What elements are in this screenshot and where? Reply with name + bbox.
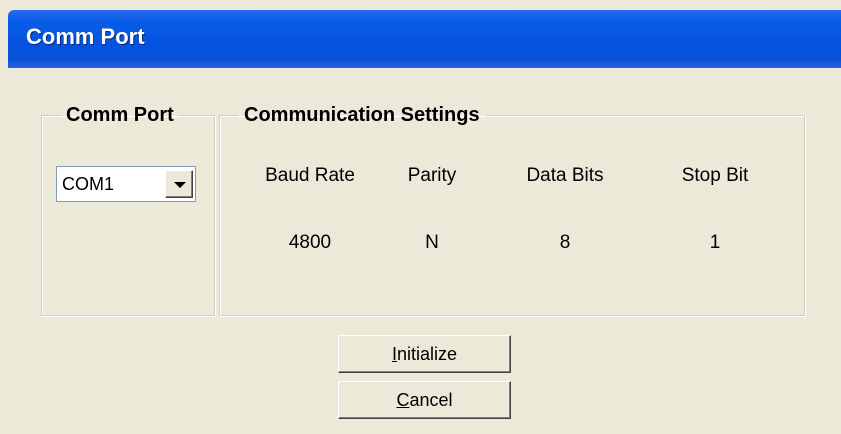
parity-value: N: [425, 232, 439, 253]
baud-rate-value: 4800: [288, 232, 332, 253]
data-bits-label: Data Bits: [526, 165, 604, 186]
parity-label: Parity: [407, 165, 457, 186]
communication-settings-group: Communication Settings: [219, 104, 805, 316]
cancel-mnemonic: C: [396, 390, 410, 410]
cancel-label: ancel: [409, 390, 453, 410]
chevron-down-icon: [174, 182, 186, 188]
window-title: Comm Port: [26, 24, 145, 49]
initialize-button[interactable]: Initialize: [338, 335, 511, 373]
title-bar[interactable]: Comm Port: [8, 10, 841, 68]
stop-bit-value: 1: [709, 232, 721, 253]
comm-port-group-label: Comm Port: [66, 104, 174, 126]
comm-port-select[interactable]: COM1: [56, 166, 196, 202]
comm-port-select-value: COM1: [62, 174, 115, 194]
data-bits-value: 8: [559, 232, 571, 253]
comm-port-group: Comm Port: [41, 104, 215, 316]
baud-rate-label: Baud Rate: [265, 165, 355, 186]
stop-bit-label: Stop Bit: [681, 165, 749, 186]
cancel-button[interactable]: Cancel: [338, 381, 511, 419]
initialize-label: nitialize: [396, 344, 458, 364]
dropdown-button[interactable]: [165, 170, 193, 198]
communication-settings-group-label: Communication Settings: [244, 104, 480, 126]
